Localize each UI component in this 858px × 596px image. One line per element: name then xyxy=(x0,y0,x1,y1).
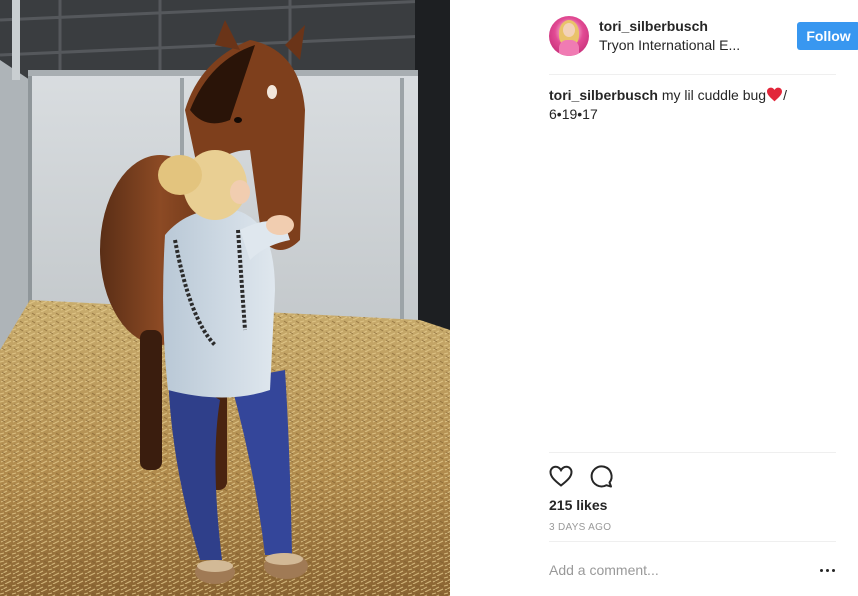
caption-username[interactable]: tori_silberbusch xyxy=(549,87,658,103)
header-divider xyxy=(549,74,836,75)
red-heart-icon xyxy=(767,87,783,102)
post-photo[interactable] xyxy=(0,0,450,596)
caption-suffix: / xyxy=(783,87,787,103)
post-header: tori_silberbusch Tryon International E..… xyxy=(549,16,858,60)
header-location[interactable]: Tryon International E... xyxy=(599,37,740,53)
post-timestamp[interactable]: 3 DAYS AGO xyxy=(549,522,611,533)
avatar[interactable] xyxy=(549,16,589,56)
likes-count[interactable]: 215 likes xyxy=(549,497,607,513)
caption-text: my lil cuddle bug xyxy=(661,87,767,103)
heart-icon xyxy=(549,465,573,487)
header-username[interactable]: tori_silberbusch xyxy=(599,18,708,34)
comment-divider xyxy=(549,541,836,542)
post-caption: tori_silberbusch my lil cuddle bug / 6•19… xyxy=(549,86,813,124)
comment-button[interactable] xyxy=(588,463,614,489)
follow-button[interactable]: Follow xyxy=(797,22,858,50)
more-options-icon[interactable] xyxy=(818,561,838,579)
photo-woman-kissing-horse xyxy=(0,0,450,596)
like-button[interactable] xyxy=(548,463,574,489)
caption-date: 6•19•17 xyxy=(549,106,598,122)
comment-icon xyxy=(590,465,613,488)
post-side-panel: tori_silberbusch Tryon International E..… xyxy=(525,0,858,596)
comment-input[interactable]: Add a comment... xyxy=(549,562,659,578)
actions-divider xyxy=(549,452,836,453)
